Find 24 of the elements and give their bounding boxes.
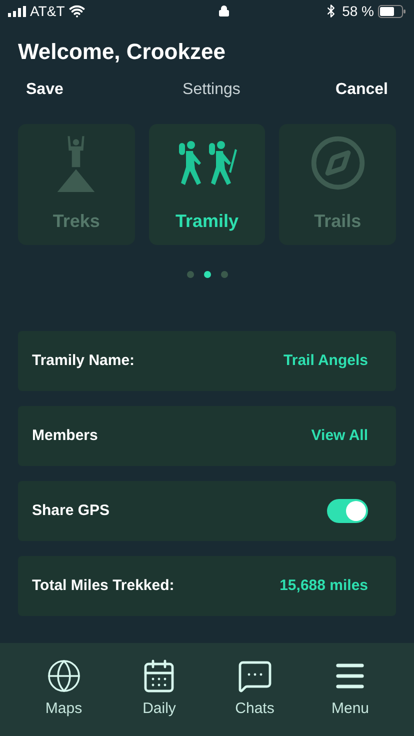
- row-label: Tramily Name:: [32, 350, 135, 371]
- battery-icon: [378, 4, 406, 18]
- tab-bar-item[interactable]: Maps: [28, 658, 99, 721]
- row-label: Total Miles Trekked:: [32, 576, 174, 596]
- carrier-name: AT&T: [30, 2, 65, 20]
- signal-icon: [8, 6, 26, 16]
- save-button[interactable]: Save: [26, 78, 64, 102]
- row-label: Share GPS: [32, 500, 110, 521]
- globe-icon: [46, 658, 82, 694]
- row-value: Trail Angels: [284, 350, 368, 371]
- welcome-title: Welcome, Crookzee: [18, 39, 226, 65]
- lock-icon: [218, 5, 230, 17]
- settings-title: Settings: [182, 80, 240, 100]
- tab-bar-item[interactable]: Menu: [315, 658, 386, 721]
- view-all-link[interactable]: View All: [311, 424, 368, 448]
- row-value: 15,688 miles: [280, 576, 368, 596]
- cancel-button[interactable]: Cancel: [336, 78, 388, 102]
- share-gps-toggle[interactable]: [327, 499, 368, 523]
- row-label: Members: [32, 426, 98, 446]
- tab-bar-item[interactable]: Chats: [220, 658, 290, 721]
- wifi-icon: [68, 3, 85, 19]
- battery-percent: 58 %: [342, 2, 374, 20]
- tab-bar-item[interactable]: Daily: [124, 658, 194, 721]
- category-card[interactable]: Tramily: [148, 124, 266, 245]
